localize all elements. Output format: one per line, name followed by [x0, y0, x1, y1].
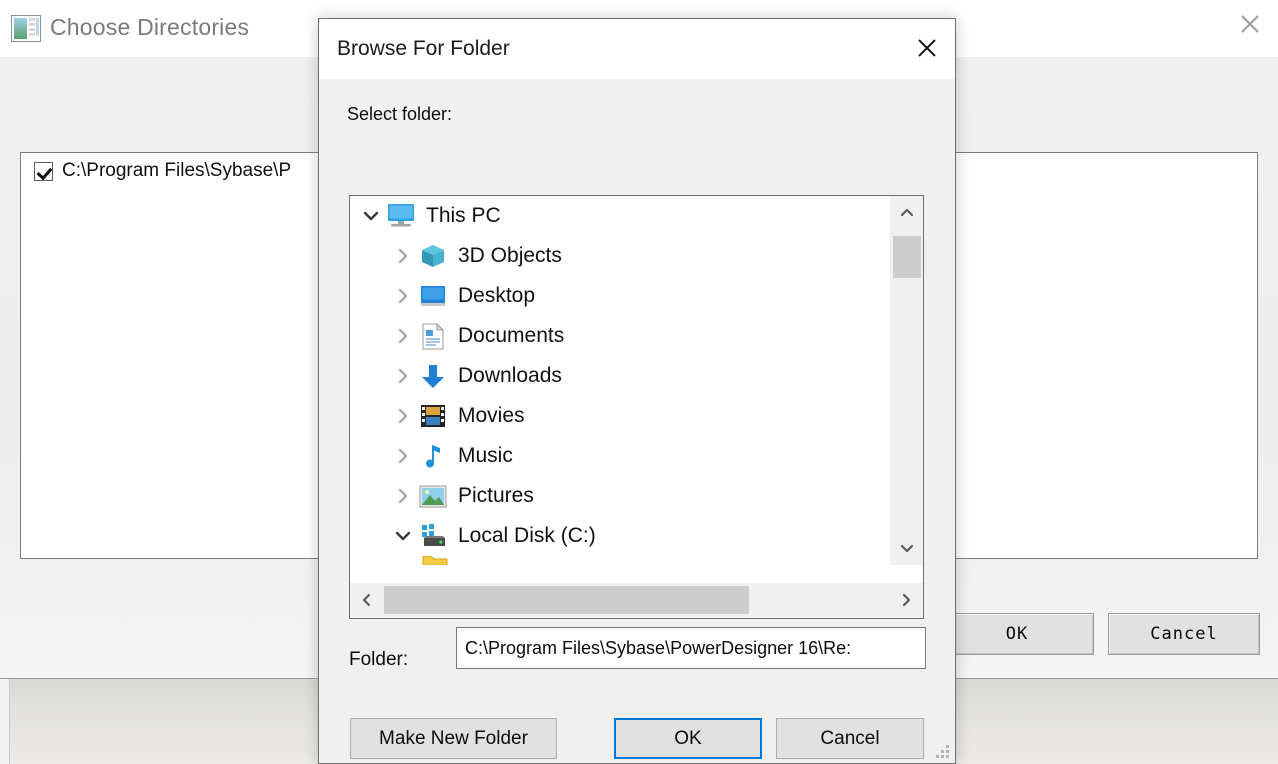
- tree-vscroll-thumb[interactable]: [893, 236, 921, 278]
- tree-item-label: Desktop: [458, 284, 536, 307]
- hard-drive-icon: [418, 521, 448, 551]
- film-icon: [418, 401, 448, 431]
- directory-path-label: C:\Program Files\Sybase\P: [62, 160, 292, 181]
- browse-for-folder-dialog: Browse For Folder Select folder: This PC…: [318, 18, 956, 764]
- dialog-cancel-button[interactable]: Cancel: [776, 718, 924, 759]
- chevron-right-icon[interactable]: [388, 396, 418, 436]
- dialog-title: Browse For Folder: [337, 37, 510, 60]
- tree-item-this-pc[interactable]: This PC: [350, 196, 889, 236]
- close-icon[interactable]: [899, 19, 955, 77]
- folder-input-value: C:\Program Files\Sybase\PowerDesigner 16…: [465, 637, 852, 658]
- make-new-folder-button[interactable]: Make New Folder: [350, 718, 557, 759]
- folder-icon: [420, 556, 450, 565]
- tree-horizontal-scrollbar[interactable]: [350, 582, 923, 618]
- chevron-right-icon[interactable]: [388, 476, 418, 516]
- folder-tree[interactable]: This PC 3D Objects Desktop Documents Dow…: [350, 196, 889, 565]
- app-cancel-button[interactable]: Cancel: [1108, 613, 1260, 655]
- list-item[interactable]: C:\Program Files\Sybase\P: [22, 154, 291, 188]
- cube-3d-icon: [418, 241, 448, 271]
- dialog-ok-button[interactable]: OK: [614, 718, 762, 759]
- select-folder-label: Select folder:: [347, 104, 453, 124]
- window-list-icon: [11, 15, 41, 42]
- chevron-up-icon[interactable]: [890, 196, 923, 230]
- tree-item-local-disk-c[interactable]: Local Disk (C:): [350, 516, 889, 556]
- picture-icon: [418, 481, 448, 511]
- folder-tree-panel[interactable]: This PC 3D Objects Desktop Documents Dow…: [349, 195, 924, 619]
- chevron-right-icon[interactable]: [889, 583, 923, 617]
- app-bottom-left-edge: [0, 679, 10, 764]
- chevron-down-icon[interactable]: [890, 531, 923, 565]
- tree-item-3d-objects[interactable]: 3D Objects: [350, 236, 889, 276]
- chevron-right-icon[interactable]: [388, 436, 418, 476]
- document-icon: [418, 321, 448, 351]
- tree-item-partial-folder[interactable]: [350, 556, 889, 565]
- tree-item-label: Documents: [458, 324, 565, 347]
- tree-item-label: Downloads: [458, 364, 562, 387]
- chevron-right-icon[interactable]: [388, 276, 418, 316]
- app-ok-button[interactable]: OK: [940, 613, 1094, 655]
- download-icon: [418, 361, 448, 391]
- tree-item-desktop[interactable]: Desktop: [350, 276, 889, 316]
- chevron-down-icon[interactable]: [388, 516, 418, 556]
- tree-item-label: Pictures: [458, 484, 534, 507]
- folder-label: Folder:: [349, 649, 409, 670]
- tree-item-label: Music: [458, 444, 513, 467]
- page-title: Choose Directories: [50, 14, 250, 40]
- chevron-right-icon[interactable]: [388, 316, 418, 356]
- tree-hscroll-thumb[interactable]: [384, 586, 749, 614]
- tree-item-pictures[interactable]: Pictures: [350, 476, 889, 516]
- chevron-right-icon[interactable]: [388, 356, 418, 396]
- tree-item-label: Movies: [458, 404, 525, 427]
- directory-checkbox[interactable]: [34, 161, 53, 181]
- tree-item-label: Local Disk (C:): [458, 524, 596, 547]
- chevron-left-icon[interactable]: [350, 583, 384, 617]
- chevron-down-icon[interactable]: [356, 196, 386, 236]
- tree-item-label: 3D Objects: [458, 244, 562, 267]
- tree-item-label: This PC: [426, 204, 501, 227]
- chevron-right-icon[interactable]: [388, 236, 418, 276]
- dialog-title-bar: Browse For Folder: [319, 19, 955, 79]
- desktop-icon: [418, 281, 448, 311]
- tree-item-documents[interactable]: Documents: [350, 316, 889, 356]
- tree-item-downloads[interactable]: Downloads: [350, 356, 889, 396]
- music-note-icon: [418, 441, 448, 471]
- close-icon[interactable]: [1222, 0, 1278, 48]
- folder-input[interactable]: C:\Program Files\Sybase\PowerDesigner 16…: [456, 627, 926, 669]
- tree-vertical-scrollbar[interactable]: [889, 196, 923, 565]
- monitor-icon: [386, 201, 416, 231]
- resize-grip-icon[interactable]: [936, 745, 950, 759]
- tree-item-music[interactable]: Music: [350, 436, 889, 476]
- tree-item-movies[interactable]: Movies: [350, 396, 889, 436]
